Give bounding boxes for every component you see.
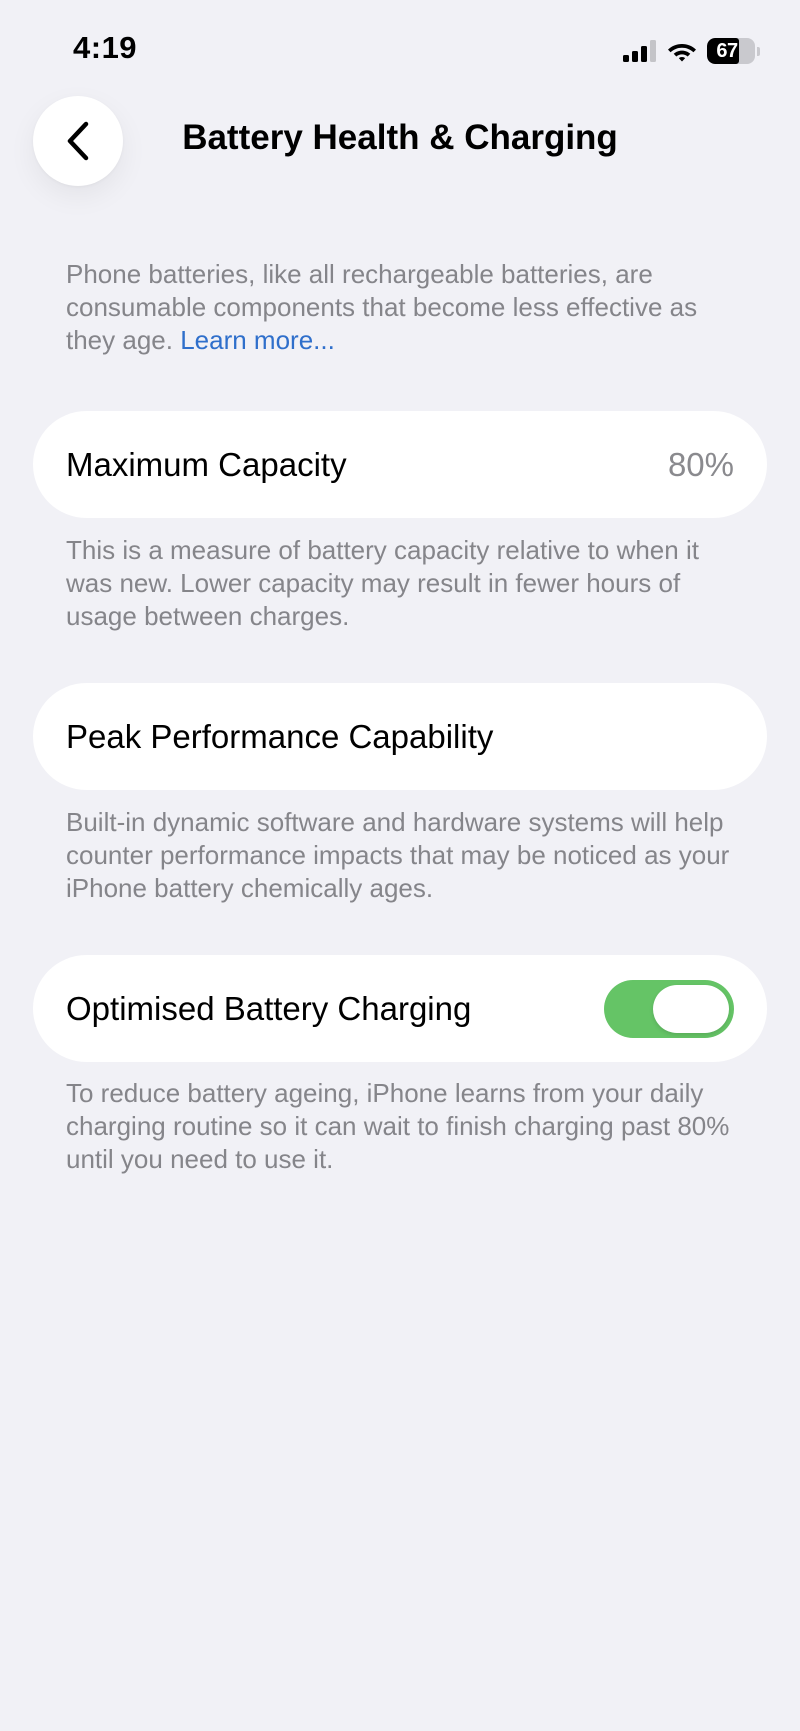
intro-text: Phone batteries, like all rechargeable b… bbox=[66, 258, 746, 357]
optimised-charging-label: Optimised Battery Charging bbox=[66, 989, 472, 1027]
status-icons: 67 bbox=[623, 36, 760, 66]
maximum-capacity-value: 80% bbox=[667, 445, 734, 483]
maximum-capacity-label: Maximum Capacity bbox=[66, 445, 347, 483]
optimised-charging-footnote: To reduce battery ageing, iPhone learns … bbox=[66, 1078, 730, 1174]
optimised-charging-row: Optimised Battery Charging bbox=[33, 955, 767, 1062]
optimised-charging-toggle[interactable] bbox=[604, 979, 734, 1038]
page-title: Battery Health & Charging bbox=[182, 118, 618, 157]
battery-health-screen: 4:19 67 Battery Health & Charging Phone … bbox=[0, 0, 800, 1731]
cellular-signal-icon bbox=[623, 40, 656, 62]
intro-description: Phone batteries, like all rechargeable b… bbox=[66, 259, 698, 355]
toggle-knob bbox=[653, 984, 729, 1033]
peak-performance-label: Peak Performance Capability bbox=[66, 717, 494, 755]
peak-performance-footnote: Built-in dynamic software and hardware s… bbox=[66, 807, 730, 903]
maximum-capacity-row: Maximum Capacity 80% bbox=[33, 411, 767, 518]
learn-more-link[interactable]: Learn more... bbox=[180, 325, 335, 355]
peak-performance-row: Peak Performance Capability bbox=[33, 683, 767, 790]
battery-level-text: 67 bbox=[716, 40, 738, 62]
maximum-capacity-footnote: This is a measure of battery capacity re… bbox=[66, 535, 699, 631]
status-time: 4:19 bbox=[73, 30, 138, 65]
wifi-icon bbox=[668, 44, 696, 62]
battery-icon: 67 bbox=[707, 38, 760, 64]
status-bar: 4:19 67 bbox=[0, 0, 800, 100]
battery-body: 67 bbox=[707, 38, 755, 64]
battery-cap bbox=[757, 46, 760, 56]
